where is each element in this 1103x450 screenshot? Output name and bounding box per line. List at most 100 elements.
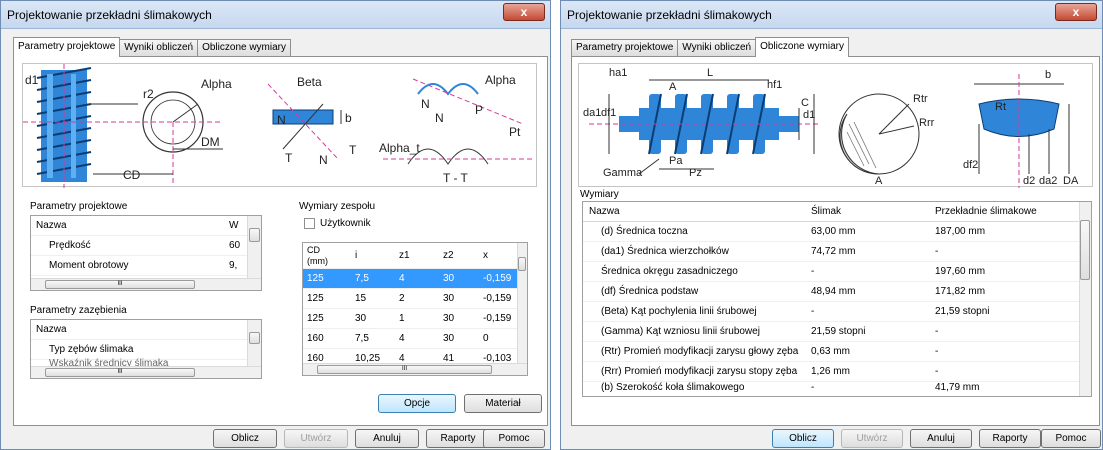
- diagram-label: df2: [963, 159, 978, 171]
- table-row[interactable]: Średnica okręgu zasadniczego - 197,60 mm: [583, 262, 1091, 282]
- worm-value: 0,63 mm: [811, 346, 850, 357]
- diagram-label: DM: [201, 135, 220, 149]
- left-tab-design-params[interactable]: Parametry projektowe: [13, 37, 121, 57]
- table-row[interactable]: 160 7,5 4 30 0: [303, 329, 527, 349]
- row-name: (Rtr) Promień modyfikacji zarysu głowy z…: [601, 346, 799, 357]
- vertical-scrollbar[interactable]: [247, 320, 261, 366]
- cell: 125: [307, 293, 324, 304]
- left-close-button[interactable]: x: [503, 3, 545, 21]
- row-name: (da1) Średnica wierzchołków: [601, 246, 729, 257]
- right-tab-design-params[interactable]: Parametry projektowe: [571, 39, 679, 57]
- horizontal-scrollbar[interactable]: III: [31, 366, 261, 378]
- cancel-button[interactable]: Anuluj: [910, 429, 972, 448]
- right-tab-calc-dimensions[interactable]: Obliczone wymiary: [755, 37, 850, 57]
- cell: -0,159: [483, 313, 512, 324]
- diagram-label: C: [801, 97, 809, 109]
- cell: 30: [443, 313, 455, 324]
- diagram-label: N: [421, 97, 430, 111]
- table-header: Nazwa Ślimak Przekładnie ślimakowe: [583, 202, 1091, 222]
- reports-button[interactable]: Raporty: [979, 429, 1041, 448]
- diagram-label: T: [349, 143, 357, 157]
- diagram-label: hf1: [767, 79, 782, 91]
- help-button[interactable]: Pomoc: [483, 429, 545, 448]
- scroll-thumb[interactable]: III: [45, 280, 195, 289]
- column-header: Nazwa: [36, 324, 67, 335]
- cell: 125: [307, 313, 324, 324]
- table-row[interactable]: 125 15 2 30 -0,159: [303, 289, 527, 309]
- design-params-grid: Nazwa W Prędkość 60 Moment obrotowy 9, I…: [30, 215, 262, 291]
- scroll-grip: III: [401, 366, 407, 372]
- reports-button[interactable]: Raporty: [426, 429, 490, 448]
- gear-value: 187,00 mm: [935, 226, 986, 237]
- table-row[interactable]: (Beta) Kąt pochylenia linii śrubowej - 2…: [583, 302, 1091, 322]
- table-row[interactable]: (Gamma) Kąt wzniosu linii śrubowej 21,59…: [583, 322, 1091, 342]
- table-row[interactable]: (df) Średnica podstaw 48,94 mm 171,82 mm: [583, 282, 1091, 302]
- row-name: Moment obrotowy: [49, 260, 129, 271]
- table-row[interactable]: (Rrr) Promień modyfikacji zarysu stopy z…: [583, 362, 1091, 382]
- column-header: Nazwa: [36, 220, 67, 231]
- table-row[interactable]: Moment obrotowy 9,: [31, 256, 261, 276]
- table-row[interactable]: Typ zębów ślimaka: [31, 340, 261, 360]
- horizontal-scrollbar[interactable]: III: [31, 278, 261, 290]
- left-title-bar[interactable]: Projektowanie przekładni ślimakowych x: [1, 1, 550, 29]
- options-button[interactable]: Opcje: [378, 394, 456, 413]
- dimensions-table: Nazwa Ślimak Przekładnie ślimakowe (d) Ś…: [582, 201, 1092, 397]
- right-title-bar[interactable]: Projektowanie przekładni ślimakowych x: [561, 1, 1102, 29]
- table-row[interactable]: (da1) Średnica wierzchołków 74,72 mm -: [583, 242, 1091, 262]
- gear-value: -: [935, 246, 939, 257]
- cell: 4: [399, 273, 405, 284]
- horizontal-scrollbar[interactable]: III: [303, 363, 527, 375]
- table-row[interactable]: Prędkość 60: [31, 236, 261, 256]
- cell: 30: [443, 293, 455, 304]
- mesh-params-grid: Nazwa Typ zębów ślimaka Wskaźnik średnic…: [30, 319, 262, 379]
- help-button[interactable]: Pomoc: [1041, 429, 1101, 448]
- right-dialog-window: Projektowanie przekładni ślimakowych x P…: [560, 0, 1103, 450]
- worm-value: 74,72 mm: [811, 246, 856, 257]
- diagram-label: Beta: [297, 75, 322, 89]
- scroll-thumb[interactable]: III: [45, 368, 195, 377]
- table-row[interactable]: (Rtr) Promień modyfikacji zarysu głowy z…: [583, 342, 1091, 362]
- right-tab-calc-results[interactable]: Wyniki obliczeń: [677, 39, 757, 57]
- material-button[interactable]: Materiał: [464, 394, 542, 413]
- gear-value: -: [935, 346, 939, 357]
- design-params-title: Parametry projektowe: [30, 201, 128, 212]
- calculate-button[interactable]: Oblicz: [772, 429, 834, 448]
- scroll-thumb[interactable]: [249, 332, 260, 344]
- cancel-button[interactable]: Anuluj: [355, 429, 419, 448]
- diagram-label: Gamma: [603, 167, 643, 179]
- table-row[interactable]: 125 30 1 30 -0,159: [303, 309, 527, 329]
- vertical-scrollbar[interactable]: [1079, 202, 1091, 396]
- table-row[interactable]: (d) Średnica toczna 63,00 mm 187,00 mm: [583, 222, 1091, 242]
- left-tab-calc-results[interactable]: Wyniki obliczeń: [119, 39, 199, 57]
- table-row[interactable]: (b) Szerokość koła ślimakowego - 41,79 m…: [583, 380, 1091, 396]
- right-close-button[interactable]: x: [1055, 3, 1097, 21]
- vertical-scrollbar[interactable]: [247, 216, 261, 278]
- scroll-thumb[interactable]: [249, 228, 260, 242]
- diagram-label: b: [345, 111, 352, 125]
- create-button[interactable]: Utwórz: [841, 429, 903, 448]
- diagram-label: df1: [601, 107, 616, 119]
- diagram-label: r2: [143, 87, 154, 101]
- worm-geometry-drawing: d1 r2 Alpha DM CD Beta b T T N N N N Alp…: [23, 64, 533, 188]
- diagram-label: b: [1045, 69, 1051, 81]
- worm-value: -: [811, 382, 815, 393]
- vertical-scrollbar[interactable]: [517, 243, 527, 363]
- diagram-label: d1: [25, 73, 39, 87]
- user-checkbox[interactable]: [304, 218, 315, 229]
- diagram-label: da1: [583, 107, 601, 119]
- column-header: CD (mm): [307, 245, 328, 266]
- calculate-button[interactable]: Oblicz: [213, 429, 277, 448]
- table-row[interactable]: 125 7,5 4 30 -0,159: [303, 269, 527, 289]
- diagram-label: T - T: [443, 171, 469, 185]
- diagram-label: DA: [1063, 175, 1079, 187]
- scroll-thumb[interactable]: III: [317, 365, 492, 374]
- row-name: Typ zębów ślimaka: [49, 344, 134, 355]
- scroll-thumb[interactable]: [1080, 220, 1090, 280]
- scroll-thumb[interactable]: [518, 257, 526, 271]
- worm-value: 48,94 mm: [811, 286, 856, 297]
- left-tab-calc-dimensions[interactable]: Obliczone wymiary: [197, 39, 292, 57]
- diagram-label: A: [669, 81, 677, 93]
- diagram-label: Alpha: [201, 77, 232, 91]
- create-button[interactable]: Utwórz: [284, 429, 348, 448]
- cell: 4: [399, 333, 405, 344]
